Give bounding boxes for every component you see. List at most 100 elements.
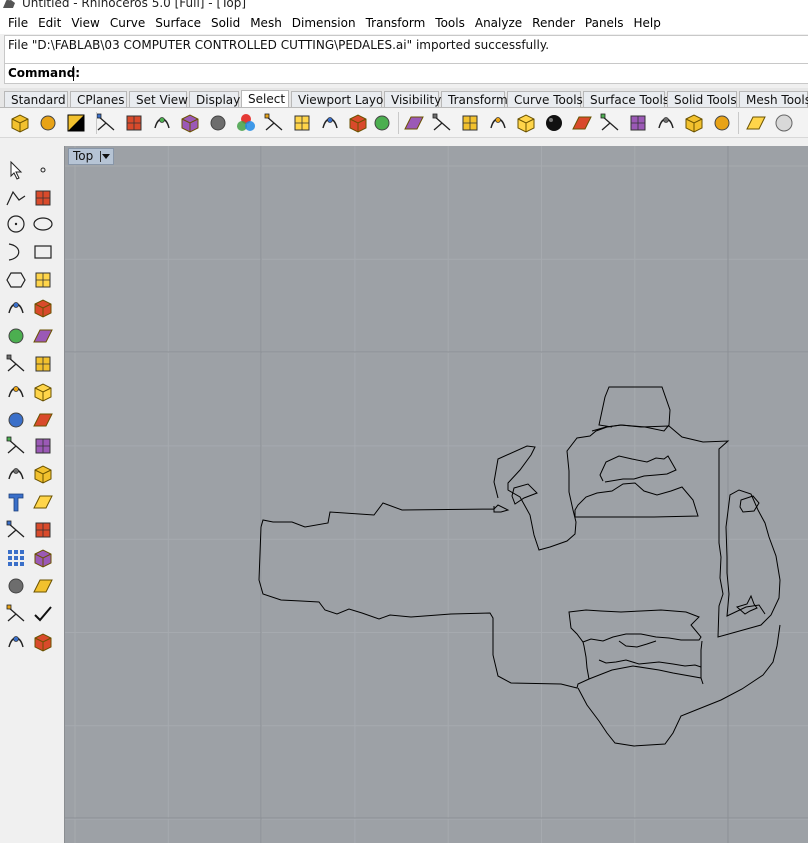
select-by-layer-icon[interactable] — [262, 111, 286, 135]
select-groups-icon[interactable] — [654, 111, 678, 135]
tab-transform[interactable]: Transform — [441, 91, 508, 107]
tab-set-view[interactable]: Set View — [129, 91, 188, 107]
split-icon[interactable] — [31, 408, 55, 432]
tab-viewport-layout[interactable]: Viewport Layout — [291, 91, 396, 107]
select-last-icon[interactable] — [94, 111, 118, 135]
menu-dimension[interactable]: Dimension — [287, 12, 361, 34]
tab-display[interactable]: Display — [189, 91, 240, 107]
menu-curve[interactable]: Curve — [105, 12, 150, 34]
command-input[interactable] — [73, 66, 773, 81]
mesh-icon[interactable] — [31, 352, 55, 376]
select-objects-icon[interactable] — [206, 111, 230, 135]
loft-icon[interactable] — [31, 296, 55, 320]
imported-curves[interactable] — [258, 386, 781, 747]
viewport-menu-arrow-icon[interactable] — [102, 154, 110, 159]
select-point-cloud-icon[interactable] — [318, 111, 342, 135]
ellipse-icon[interactable] — [31, 212, 55, 236]
select-by-color-icon[interactable] — [234, 111, 258, 135]
material-icon[interactable] — [31, 630, 55, 654]
pedal-curve-tri-right[interactable] — [739, 495, 760, 513]
surface-from-points-icon[interactable] — [4, 296, 28, 320]
pedal-curve-left[interactable] — [258, 502, 704, 689]
box-icon[interactable] — [4, 324, 28, 348]
block-icon[interactable] — [4, 518, 28, 542]
insert-icon[interactable] — [31, 518, 55, 542]
select-curves-icon[interactable] — [346, 111, 370, 135]
invert-selection-icon[interactable] — [64, 111, 88, 135]
tab-standard[interactable]: Standard — [4, 91, 68, 107]
point-icon[interactable] — [31, 158, 55, 182]
select-brep-icon[interactable] — [744, 111, 768, 135]
select-duplicates-icon[interactable] — [682, 111, 706, 135]
select-blocks-icon[interactable] — [626, 111, 650, 135]
trim-icon[interactable] — [4, 408, 28, 432]
viewport-top[interactable]: Top — [64, 146, 808, 843]
ungroup-icon[interactable] — [31, 434, 55, 458]
menu-solid[interactable]: Solid — [206, 12, 245, 34]
select-dimensions-icon[interactable] — [430, 111, 454, 135]
menu-help[interactable]: Help — [629, 12, 666, 34]
arc-icon[interactable] — [4, 240, 28, 264]
menu-render[interactable]: Render — [527, 12, 580, 34]
array-icon[interactable] — [4, 546, 28, 570]
pedal-curve-bottom[interactable] — [577, 624, 781, 747]
pedal-curve-top[interactable] — [493, 386, 671, 551]
select-points-icon[interactable] — [290, 111, 314, 135]
cylinder-icon[interactable] — [4, 352, 28, 376]
select-sphere-icon[interactable] — [772, 111, 796, 135]
menu-edit[interactable]: Edit — [33, 12, 66, 34]
distribute-icon[interactable] — [31, 546, 55, 570]
text-icon[interactable] — [4, 490, 28, 514]
render-icon[interactable] — [4, 630, 28, 654]
pedal-curve-stripe[interactable] — [599, 455, 677, 483]
polygon-icon[interactable] — [4, 268, 28, 292]
pedal-curve-star[interactable] — [735, 594, 758, 615]
viewport-title-tab[interactable]: Top — [68, 148, 114, 165]
select-by-id-icon[interactable] — [150, 111, 174, 135]
menu-file[interactable]: File — [3, 12, 33, 34]
select-previous-icon[interactable] — [122, 111, 146, 135]
select-surfaces-icon[interactable] — [542, 111, 566, 135]
tab-solid-tools[interactable]: Solid Tools — [667, 91, 737, 107]
pedal-curve-top-inner[interactable] — [591, 424, 781, 638]
check-icon[interactable] — [31, 602, 55, 626]
select-polysurfaces-icon[interactable] — [514, 111, 538, 135]
sphere-icon[interactable] — [31, 324, 55, 348]
select-hatch-icon[interactable] — [402, 111, 426, 135]
menu-transform[interactable]: Transform — [361, 12, 431, 34]
fillet-icon[interactable] — [4, 462, 28, 486]
group-icon[interactable] — [4, 434, 28, 458]
rectangle-icon[interactable] — [31, 240, 55, 264]
viewport-canvas[interactable] — [65, 146, 808, 843]
menu-analyze[interactable]: Analyze — [470, 12, 527, 34]
tab-visibility[interactable]: Visibility — [384, 91, 441, 107]
select-lights-icon[interactable] — [486, 111, 510, 135]
tab-surface-tools[interactable]: Surface Tools — [583, 91, 669, 107]
fillet-curve-icon[interactable] — [31, 268, 55, 292]
select-open-curves-icon[interactable] — [370, 111, 394, 135]
menu-view[interactable]: View — [66, 12, 104, 34]
tab-curve-tools[interactable]: Curve Tools — [507, 91, 583, 107]
tab-cplanes[interactable]: CPlanes — [70, 91, 127, 107]
select-arrow-icon[interactable] — [4, 158, 28, 182]
orient-icon[interactable] — [31, 574, 55, 598]
curve-control-points-icon[interactable] — [31, 186, 55, 210]
select-render-meshes-icon[interactable] — [710, 111, 734, 135]
offset-icon[interactable] — [31, 462, 55, 486]
pedal-curve-inner-lower[interactable] — [598, 640, 702, 668]
select-annotation-icon[interactable] — [458, 111, 482, 135]
select-none-icon[interactable] — [36, 111, 60, 135]
menu-mesh[interactable]: Mesh — [245, 12, 287, 34]
circle-icon[interactable] — [4, 212, 28, 236]
menu-panels[interactable]: Panels — [580, 12, 629, 34]
select-by-name-icon[interactable] — [178, 111, 202, 135]
extrude-icon[interactable] — [4, 602, 28, 626]
select-planar-surfaces-icon[interactable] — [570, 111, 594, 135]
boolean-union-icon[interactable] — [4, 380, 28, 404]
select-all-icon[interactable] — [8, 111, 32, 135]
point-cloud-icon[interactable] — [4, 574, 28, 598]
tab-mesh-tools[interactable]: Mesh Tools — [739, 91, 808, 107]
explode-icon[interactable] — [31, 380, 55, 404]
menu-surface[interactable]: Surface — [150, 12, 206, 34]
polyline-icon[interactable] — [4, 186, 28, 210]
